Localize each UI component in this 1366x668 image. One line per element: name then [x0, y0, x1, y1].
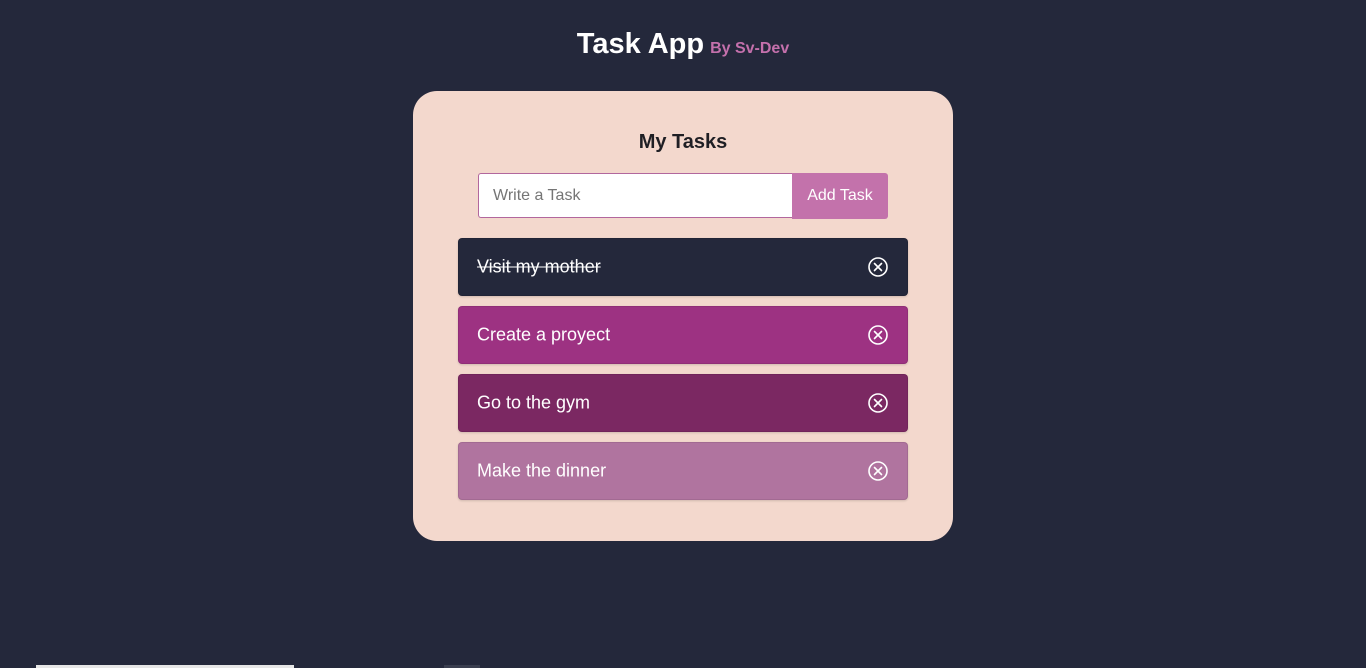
app-title: Task App — [576, 28, 705, 60]
close-circle-icon[interactable] — [867, 324, 889, 346]
card-title: My Tasks — [638, 131, 728, 153]
close-circle-icon[interactable] — [867, 256, 889, 278]
task-label[interactable]: Make the dinner — [477, 461, 606, 482]
close-circle-icon[interactable] — [867, 460, 889, 482]
app-subtitle: By Sv-Dev — [710, 40, 790, 57]
task-label[interactable]: Create a proyect — [477, 325, 610, 346]
task-item[interactable]: Go to the gym — [458, 374, 908, 432]
page: Task App By Sv-Dev My Tasks Add Task Visi… — [0, 0, 1366, 668]
task-form: Add Task — [478, 173, 888, 219]
app-header: Task App By Sv-Dev — [0, 28, 1366, 61]
task-item[interactable]: Create a proyect — [458, 306, 908, 364]
task-item[interactable]: Make the dinner — [458, 442, 908, 500]
tasks-card: My Tasks Add Task Visit my mother Create… — [413, 91, 953, 541]
task-item[interactable]: Visit my mother — [458, 238, 908, 296]
add-task-button[interactable]: Add Task — [792, 173, 888, 219]
task-input[interactable] — [478, 173, 792, 218]
close-circle-icon[interactable] — [867, 392, 889, 414]
task-label[interactable]: Go to the gym — [477, 393, 590, 414]
task-list: Visit my mother Create a proyect Go to t… — [458, 238, 908, 510]
task-label[interactable]: Visit my mother — [477, 257, 601, 278]
